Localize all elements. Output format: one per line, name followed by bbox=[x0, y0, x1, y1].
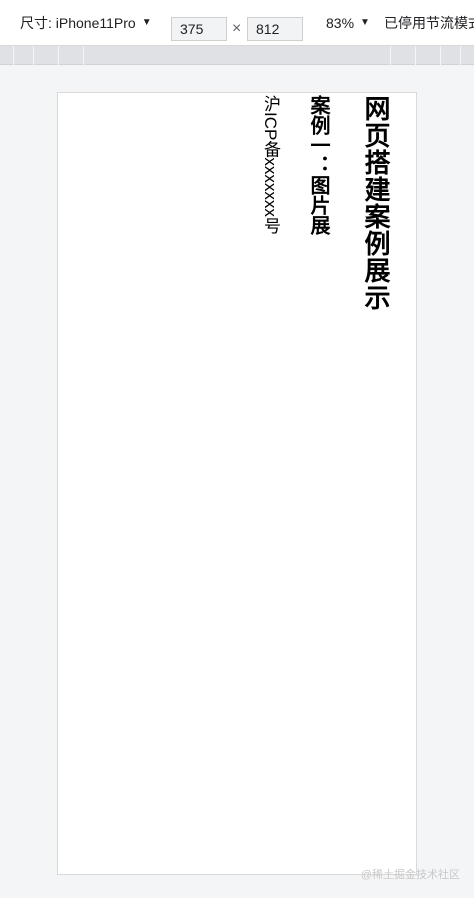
height-input[interactable] bbox=[247, 17, 303, 41]
throttle-label: 已停用节流模式 bbox=[384, 15, 474, 31]
icp-footer: 沪ICP备xxxxxxx号 bbox=[261, 95, 280, 234]
width-input[interactable] bbox=[171, 17, 227, 41]
ruler-divider bbox=[58, 46, 59, 65]
ruler-divider bbox=[390, 46, 391, 65]
device-toolbar: 尺寸: iPhone11Pro ▼ × 83% ▼ 已停用节流模式 bbox=[0, 0, 474, 46]
ruler-divider bbox=[460, 46, 461, 65]
media-query-ruler bbox=[0, 46, 474, 65]
throttle-select[interactable]: 已停用节流模式 bbox=[384, 0, 474, 45]
device-viewport: 网页搭建案例展示 案例一：图片展 沪ICP备xxxxxxx号 bbox=[57, 92, 417, 875]
chevron-down-icon: ▼ bbox=[360, 17, 370, 28]
case-title: 案例一：图片展 bbox=[307, 95, 329, 235]
device-select-label: 尺寸: iPhone11Pro bbox=[20, 15, 136, 31]
times-icon: × bbox=[232, 20, 242, 37]
ruler-divider bbox=[83, 46, 84, 65]
zoom-select[interactable]: 83% ▼ bbox=[326, 0, 370, 45]
ruler-divider bbox=[415, 46, 416, 65]
ruler-divider bbox=[13, 46, 14, 65]
zoom-label: 83% bbox=[326, 15, 355, 31]
ruler-divider bbox=[33, 46, 34, 65]
device-select[interactable]: 尺寸: iPhone11Pro ▼ bbox=[20, 0, 152, 45]
watermark: @稀土掘金技术社区 bbox=[360, 869, 460, 881]
ruler-divider bbox=[440, 46, 441, 65]
page-title: 网页搭建案例展示 bbox=[361, 95, 391, 311]
chevron-down-icon: ▼ bbox=[141, 17, 152, 28]
